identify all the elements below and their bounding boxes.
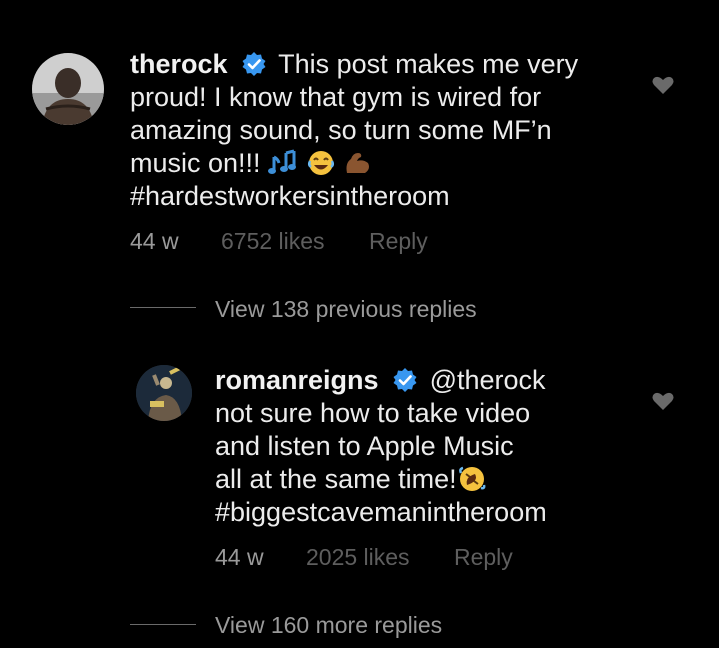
comment-text-line: amazing sound, so turn some MF’n [130, 115, 552, 145]
avatar-image [32, 53, 104, 125]
likes-count[interactable]: 6752 likes [221, 228, 325, 254]
avatar[interactable] [136, 365, 192, 421]
replies-divider [130, 307, 196, 308]
likes-count[interactable]: 2025 likes [306, 544, 410, 570]
comment-meta: 44 w 2025 likes Reply [215, 544, 513, 571]
comment-text-line: music on!!! [130, 148, 261, 178]
rolling-laughing-emoji [458, 466, 486, 491]
view-previous-replies-button[interactable]: View 138 previous replies [215, 296, 477, 323]
heart-icon[interactable] [651, 390, 675, 412]
comment-text-line: proud! I know that gym is wired for [130, 82, 542, 112]
flexed-biceps-emoji [346, 153, 370, 173]
reply-button[interactable]: Reply [369, 228, 428, 254]
verified-badge-icon [242, 52, 266, 76]
verified-badge-icon [393, 368, 417, 392]
username[interactable]: therock [130, 49, 228, 79]
laughing-emoji [307, 151, 334, 175]
comment-text-line: This post makes me very [278, 49, 579, 79]
timestamp: 44 w [130, 228, 179, 254]
comment-body: romanreigns @therock not sure how to tak… [215, 364, 547, 529]
comment-body: therock This post makes me very proud! I… [130, 48, 578, 213]
hashtag[interactable]: #biggestcavemanintheroom [215, 496, 547, 529]
replies-divider [130, 624, 196, 625]
avatar[interactable] [32, 53, 104, 125]
heart-icon[interactable] [651, 74, 675, 96]
view-more-replies-button[interactable]: View 160 more replies [215, 612, 442, 639]
reply-button[interactable]: Reply [454, 544, 513, 570]
comment-text-line: not sure how to take video [215, 398, 531, 428]
username[interactable]: romanreigns [215, 365, 379, 395]
musical-notes-emoji [268, 149, 297, 174]
comment-text-line: and listen to Apple Music [215, 431, 514, 461]
comment-meta: 44 w 6752 likes Reply [130, 228, 428, 255]
mention-link[interactable]: @therock [430, 365, 546, 395]
comment-text-line: all at the same time! [215, 464, 457, 494]
timestamp: 44 w [215, 544, 264, 570]
avatar-image [136, 365, 192, 421]
hashtag[interactable]: #hardestworkersintheroom [130, 180, 578, 213]
